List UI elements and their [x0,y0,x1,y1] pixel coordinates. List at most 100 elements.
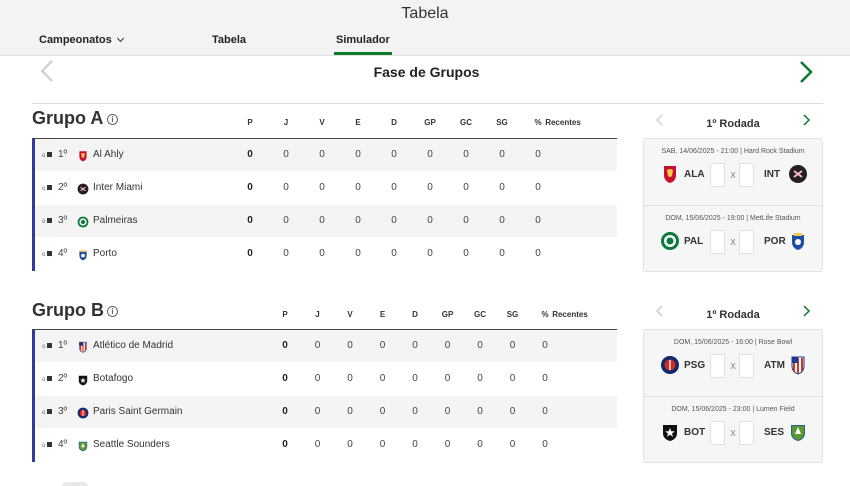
score-separator: X [730,362,736,371]
team-name[interactable]: Seattle Sounders [93,439,170,450]
home-score-input[interactable] [710,230,725,254]
table-row[interactable]: o 4º Porto 0 0 0 0 0 0 0 0 0 [35,238,617,271]
home-score-input[interactable] [710,354,725,378]
table-row[interactable]: o 4º Seattle Sounders 0 0 0 0 0 0 0 0 0 [35,429,617,462]
team-badge-icon [77,149,89,162]
table-row[interactable]: o 3º Palmeiras 0 0 0 0 0 0 0 0 0 [35,205,617,238]
table-row[interactable]: o 1º Al Ahly 0 0 0 0 0 0 0 0 0 [35,139,617,172]
stat-p: 0 [247,182,253,193]
column-header-e: E [379,310,386,319]
nav-campeonatos-label: Campeonatos [39,34,112,46]
team-name[interactable]: Al Ahly [93,149,124,160]
column-header-recentes: Recentes [552,310,588,319]
column-header-j: J [283,118,289,127]
team-name[interactable]: Inter Miami [93,182,142,193]
stat-e: 0 [355,248,361,259]
stat-sg: 0 [509,406,516,417]
away-score-input[interactable] [739,354,754,378]
round-prev-chevron-icon[interactable] [655,113,663,126]
nav-bar: Campeonatos Tabela Simulador [0,28,850,56]
team-position: 3º [58,406,68,417]
stat-pct: 0 [542,406,548,417]
team-name[interactable]: Porto [93,248,117,259]
team-name[interactable]: Paris Saint Germain [93,406,182,417]
phase-next-chevron-icon[interactable] [798,60,814,84]
stat-e: 0 [379,439,386,450]
column-header-v: V [347,310,353,319]
home-team-badge-icon [660,422,680,442]
nav-campeonatos-dropdown[interactable]: Campeonatos [39,34,124,46]
column-header-j: J [315,310,320,319]
stat-d: 0 [412,406,418,417]
stat-v: 0 [347,406,353,417]
match-info: DOM, 15/06/2025 - 16:00 | Rose Bowl [673,339,793,346]
column-header-gp: GP [441,310,454,319]
team-position: 2º [58,373,68,384]
home-score-input[interactable] [710,421,725,445]
stat-p: 0 [247,149,253,160]
stat-sg: 0 [509,340,516,351]
away-score-input[interactable] [739,163,754,187]
round-next-chevron-icon[interactable] [803,113,811,126]
away-team-abbr: ATM [764,360,785,371]
team-name[interactable]: Atlético de Madrid [93,340,173,351]
stat-j: 0 [283,248,289,259]
match-card[interactable]: SAB, 14/06/2025 - 21:00 | Hard Rock Stad… [644,139,822,205]
stat-j: 0 [283,182,289,193]
column-header-sg: SG [496,118,508,127]
match-card[interactable]: DOM, 15/06/2025 - 23:00 | Lumen Field BOT… [644,396,822,462]
away-score-input[interactable] [739,421,754,445]
stat-p: 0 [282,439,288,450]
column-header-e: E [355,118,361,127]
round-next-chevron-icon[interactable] [803,304,811,317]
table-row[interactable]: o 2º Botafogo 0 0 0 0 0 0 0 0 0 [35,363,617,396]
score-separator: X [730,429,736,438]
stat-gp: 0 [444,406,451,417]
home-team-badge-icon [660,355,680,375]
team-badge-icon [77,248,89,261]
table-row[interactable]: o 2º Inter Miami 0 0 0 0 0 0 0 0 0 [35,172,617,205]
stat-sg: 0 [509,439,516,450]
round-title: 1º Rodada [706,309,760,321]
column-header-d: D [391,118,397,127]
position-change-icon: o [42,343,53,350]
stat-e: 0 [379,373,386,384]
stat-j: 0 [283,215,289,226]
stat-gp: 0 [444,439,451,450]
phase-title: Fase de Grupos [373,64,480,80]
team-position: 1º [58,149,68,160]
phase-prev-chevron-icon[interactable] [40,60,54,82]
stat-p: 0 [282,340,288,351]
stat-d: 0 [391,215,397,226]
round-prev-chevron-icon[interactable] [655,304,663,317]
stat-pct: 0 [535,248,541,259]
away-team-badge-icon [788,422,808,442]
team-position: 3º [58,215,68,226]
stat-p: 0 [247,248,253,259]
column-header-v: V [319,118,325,127]
match-info: SAB, 14/06/2025 - 21:00 | Hard Rock Stad… [661,148,805,155]
stat-sg: 0 [499,215,505,226]
match-card[interactable]: DOM, 15/06/2025 - 16:00 | Rose Bowl PSG X A… [644,330,822,396]
match-card[interactable]: DOM, 15/06/2025 - 19:00 | MetLife Stadiu… [644,205,822,271]
team-position: 1º [58,340,68,351]
stat-pct: 0 [542,439,548,450]
stat-p: 0 [282,373,288,384]
team-name[interactable]: Botafogo [93,373,133,384]
stat-pct: 0 [535,182,541,193]
team-name[interactable]: Palmeiras [93,215,137,226]
home-score-input[interactable] [710,163,725,187]
stat-sg: 0 [499,149,505,160]
stat-v: 0 [319,182,325,193]
table-row[interactable]: o 3º Paris Saint Germain 0 0 0 0 0 0 0 0 0 [35,396,617,429]
tab-simulador[interactable]: Simulador [334,34,392,55]
team-badge-icon [77,340,89,353]
column-header-p: P [247,118,253,127]
info-icon[interactable]: i [107,114,118,125]
table-row[interactable]: o 1º Atlético de Madrid 0 0 0 0 0 0 0 0 0 [35,330,617,363]
away-score-input[interactable] [739,230,754,254]
tab-tabela[interactable]: Tabela [212,34,246,46]
info-icon[interactable]: i [107,306,118,317]
stat-p: 0 [282,406,288,417]
away-team-badge-icon [788,164,808,184]
